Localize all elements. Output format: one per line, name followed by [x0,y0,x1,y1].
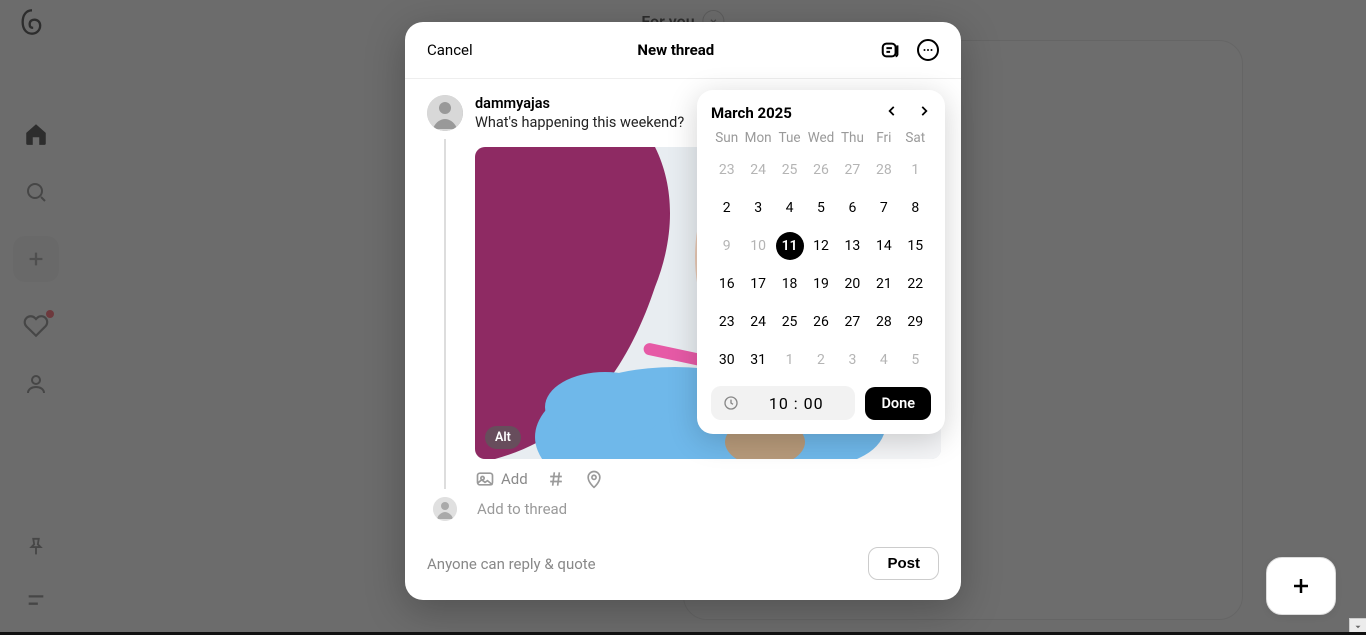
calendar-day[interactable]: 2 [713,194,741,222]
calendar-day[interactable]: 26 [807,156,835,184]
calendar-dow: Tue [774,130,805,146]
calendar-month-label: March 2025 [711,104,792,122]
calendar-day[interactable]: 11 [776,232,804,260]
calendar-day[interactable]: 5 [901,346,929,374]
calendar-day[interactable]: 19 [807,270,835,298]
calendar-day[interactable]: 29 [901,308,929,336]
calendar-day[interactable]: 22 [901,270,929,298]
calendar-day[interactable]: 8 [901,194,929,222]
post-button[interactable]: Post [868,547,939,580]
modal-title: New thread [637,41,714,59]
drafts-icon[interactable] [879,38,903,62]
modal-footer: Anyone can reply & quote Post [405,533,961,600]
calendar-day[interactable]: 24 [744,308,772,336]
calendar-day[interactable]: 7 [870,194,898,222]
calendar-day[interactable]: 15 [901,232,929,260]
calendar-day[interactable]: 9 [713,232,741,260]
calendar-day[interactable]: 12 [807,232,835,260]
time-value: 10 : 00 [749,394,843,413]
calendar-day[interactable]: 21 [870,270,898,298]
alt-text-button[interactable]: Alt [485,426,521,449]
location-button[interactable] [584,469,604,489]
reply-scope-button[interactable]: Anyone can reply & quote [427,555,596,573]
calendar-day[interactable]: 25 [776,156,804,184]
calendar-dow: Thu [837,130,868,146]
calendar-day[interactable]: 1 [776,346,804,374]
calendar-dow: Sat [900,130,931,146]
calendar-day[interactable]: 10 [744,232,772,260]
calendar-day[interactable]: 5 [807,194,835,222]
calendar-day[interactable]: 28 [870,156,898,184]
thread-line [444,139,446,489]
done-button[interactable]: Done [865,387,931,420]
calendar-grid: SunMonTueWedThuFriSat2324252627281234567… [711,130,931,374]
more-options-icon[interactable] [917,39,939,61]
calendar-day[interactable]: 4 [870,346,898,374]
calendar-dow: Mon [742,130,773,146]
calendar-day[interactable]: 2 [807,346,835,374]
calendar-day[interactable]: 27 [838,308,866,336]
calendar-day[interactable]: 25 [776,308,804,336]
calendar-day[interactable]: 4 [776,194,804,222]
attach-media-button[interactable]: Add [475,469,528,489]
calendar-day[interactable]: 23 [713,308,741,336]
calendar-day[interactable]: 3 [744,194,772,222]
calendar-dow: Fri [868,130,899,146]
calendar-day[interactable]: 13 [838,232,866,260]
calendar-dow: Wed [805,130,836,146]
calendar-day[interactable]: 23 [713,156,741,184]
new-thread-modal: Cancel New thread dammyajas What's happe… [405,22,961,600]
calendar-day[interactable]: 18 [776,270,804,298]
calendar-day[interactable]: 27 [838,156,866,184]
calendar-day[interactable]: 3 [838,346,866,374]
calendar-day[interactable]: 24 [744,156,772,184]
calendar-day[interactable]: 6 [838,194,866,222]
calendar-dow: Sun [711,130,742,146]
attach-label: Add [501,470,528,488]
modal-header: Cancel New thread [405,22,961,79]
calendar-day[interactable]: 31 [744,346,772,374]
schedule-calendar: March 2025 SunMonTueWedThuFriSat23242526… [697,90,945,434]
calendar-day[interactable]: 14 [870,232,898,260]
calendar-day[interactable]: 30 [713,346,741,374]
floating-create-button[interactable] [1266,557,1336,615]
avatar [427,95,463,131]
calendar-prev-icon[interactable] [885,104,899,122]
calendar-day[interactable]: 26 [807,308,835,336]
clock-icon [723,395,739,411]
time-input[interactable]: 10 : 00 [711,386,855,420]
calendar-day[interactable]: 20 [838,270,866,298]
calendar-day[interactable]: 16 [713,270,741,298]
add-to-thread-button[interactable]: Add to thread [477,500,567,518]
cancel-button[interactable]: Cancel [427,41,473,59]
avatar-small [433,497,457,521]
calendar-day[interactable]: 1 [901,156,929,184]
hashtag-button[interactable] [546,469,566,489]
calendar-next-icon[interactable] [917,104,931,122]
compose-actions: Add [475,469,941,489]
calendar-day[interactable]: 28 [870,308,898,336]
calendar-day[interactable]: 17 [744,270,772,298]
